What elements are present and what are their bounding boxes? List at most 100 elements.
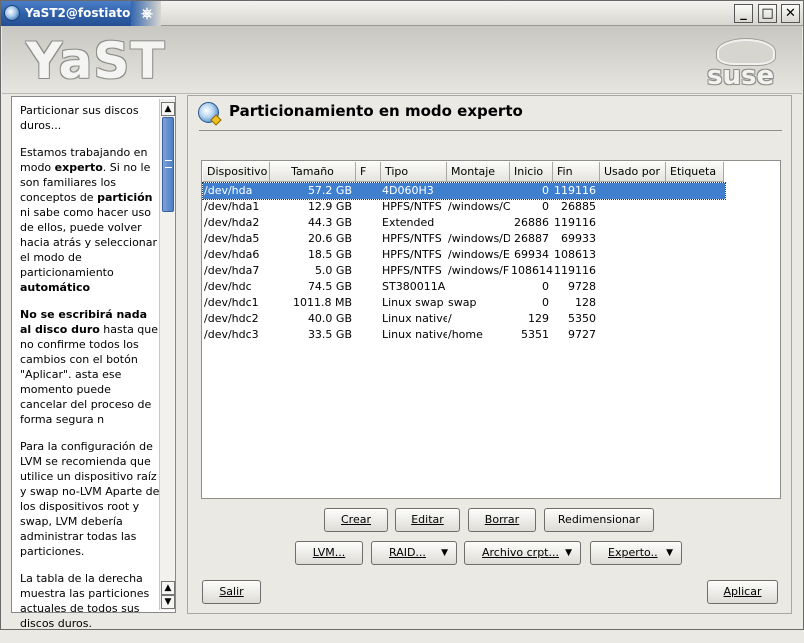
minimize-button[interactable]: _ [734,4,753,23]
scroll-down-arrow-icon[interactable]: ▼ [161,595,175,609]
help-paragraph: Estamos trabajando en modo experto. Si n… [20,145,160,295]
table-cell-f [356,247,381,263]
quit-button[interactable]: Salir [202,580,261,604]
main-panel: Particionamiento en modo experto Disposi… [187,95,792,614]
scroll-up-arrow-icon[interactable]: ▲ [161,581,175,595]
yast-app-icon[interactable] [4,5,20,21]
close-button[interactable]: ✕ [781,4,800,23]
table-cell-end: 119116 [554,264,596,277]
table-cell-f [356,279,381,295]
crypt-file-button[interactable]: Archivo crpt... ▼ [464,541,581,565]
column-header-end[interactable]: Fin [553,162,600,182]
table-header: Dispositivo Tamaño F Tipo Montaje Inicio… [203,162,725,182]
table-cell-start: 0 [542,280,549,293]
table-cell-type: Linux native [382,328,447,341]
expert-label: Experto.. [608,546,658,559]
table-cell-start: 69934 [514,248,549,261]
partition-table[interactable]: Dispositivo Tamaño F Tipo Montaje Inicio… [201,160,781,499]
help-bold: partición [97,191,153,204]
lvm-button[interactable]: LVM... [295,541,363,565]
resize-label: Redimensionar [557,513,641,526]
table-cell-type: HPFS/NTFS [382,264,442,277]
table-row[interactable]: /dev/hdc2 40.0 GB Linux native/ 129 5350 [203,311,725,327]
help-paragraph: La tabla de la derecha muestra las parti… [20,572,150,630]
table-row[interactable]: /dev/hda1 12.9 GB HPFS/NTFS/windows/C 0 2688… [203,199,725,215]
table-cell-type: HPFS/NTFS [382,232,442,245]
table-cell-start: 26887 [514,232,549,245]
quit-label: Salir [219,585,244,598]
column-header-mount[interactable]: Montaje [447,162,510,182]
table-cell-size: 18.5 GB [307,248,352,261]
table-cell-end: 69933 [561,232,596,245]
table-cell-size: 74.5 GB [307,280,352,293]
suse-wordmark: suse [707,61,775,91]
table-cell-size: 20.6 GB [307,232,352,245]
table-cell-dev: /dev/hda1 [204,200,260,213]
table-cell-label [666,183,724,199]
column-header-size[interactable]: Tamaño [270,162,356,182]
maximize-button[interactable]: □ [758,4,777,23]
scroll-thumb[interactable] [162,117,174,212]
yast-header: YaST suse [2,26,802,94]
help-scrollbar[interactable]: ▲ ▲ ▼ [159,99,175,610]
table-cell-label [666,279,724,295]
help-paragraph: Particionar sus discos duros... [20,104,139,132]
table-cell-type: ST380011A [382,280,446,293]
swirl-icon: ⎈ [140,4,153,22]
delete-button[interactable]: Borrar [468,508,536,532]
table-cell-label [666,295,724,311]
create-label: Crear [341,513,371,526]
table-cell-label [666,199,724,215]
column-header-device[interactable]: Dispositivo [203,162,270,182]
apply-button[interactable]: Aplicar [707,580,778,604]
table-cell-start: 129 [528,312,549,325]
table-cell-size: 44.3 GB [307,216,352,229]
table-cell-dev: /dev/hdc2 [204,312,259,325]
window-title: YaST2@fostiator [25,6,137,20]
raid-label: RAID... [389,546,426,559]
table-row[interactable]: /dev/hda5 20.6 GB HPFS/NTFS/windows/D 26887… [203,231,725,247]
table-cell-type: Linux swap [382,296,444,309]
table-cell-dev: /dev/hdc1 [204,296,259,309]
help-paragraph: No se escribirá nada al disco duro hasta… [20,307,160,427]
table-cell-f [356,231,381,247]
table-cell-mount: / [448,312,452,325]
table-cell-start: 0 [542,184,549,197]
table-cell-dev: /dev/hda2 [204,216,260,229]
column-header-used-by[interactable]: Usado por [600,162,666,182]
suse-logo: suse [707,39,775,91]
table-cell-f [356,199,381,215]
table-row[interactable]: /dev/hdc1 1011.8 MB Linux swap swap 0 128 [203,295,725,311]
table-cell-size: 5.0 GB [314,264,352,277]
scroll-up-arrow-icon[interactable]: ▲ [161,102,175,116]
table-cell-type: Extended [382,216,435,229]
resize-button[interactable]: Redimensionar [544,508,654,532]
column-header-label[interactable]: Etiqueta [666,162,724,182]
help-paragraph: Para la configuración de LVM se recomien… [20,440,160,558]
table-row[interactable]: /dev/hda6 18.5 GB HPFS/NTFS/windows/E 69934… [203,247,725,263]
table-cell-mount: /home [448,328,483,341]
table-cell-size: 40.0 GB [307,312,352,325]
expert-button[interactable]: Experto.. ▼ [590,541,682,565]
dropdown-arrow-icon: ▼ [565,548,572,558]
create-button[interactable]: Crear [324,508,388,532]
table-cell-mount: /windows/F [448,264,510,277]
table-cell-mount [447,215,510,231]
table-row[interactable]: /dev/hdc 74.5 GB ST380011A 0 9728 [203,279,725,295]
table-cell-used [600,295,666,311]
table-row[interactable]: /dev/hda 57.2 GB 4D060H3 0 119116 [202,182,726,200]
raid-button[interactable]: RAID... ▼ [371,541,457,565]
yast-window: YaST2@fostiator ⎈ _ □ ✕ YaST suse Partic… [0,0,804,630]
edit-button[interactable]: Editar [395,508,460,532]
table-row[interactable]: /dev/hda7 5.0 GB HPFS/NTFS/windows/F 108614… [203,263,725,279]
table-cell-dev: /dev/hdc [204,280,252,293]
column-header-type[interactable]: Tipo [381,162,447,182]
column-header-start[interactable]: Inicio [510,162,553,182]
table-row[interactable]: /dev/hda2 44.3 GB Extended 26886 119116 [203,215,725,231]
table-row[interactable]: /dev/hdc3 33.5 GB Linux native/home 5351 972… [203,327,725,343]
title-bar[interactable]: YaST2@fostiator ⎈ _ □ ✕ [1,1,803,26]
table-cell-mount: /windows/E [448,248,510,261]
table-cell-type: HPFS/NTFS [382,200,442,213]
column-header-format[interactable]: F [356,162,381,182]
pencil-icon [210,114,222,126]
